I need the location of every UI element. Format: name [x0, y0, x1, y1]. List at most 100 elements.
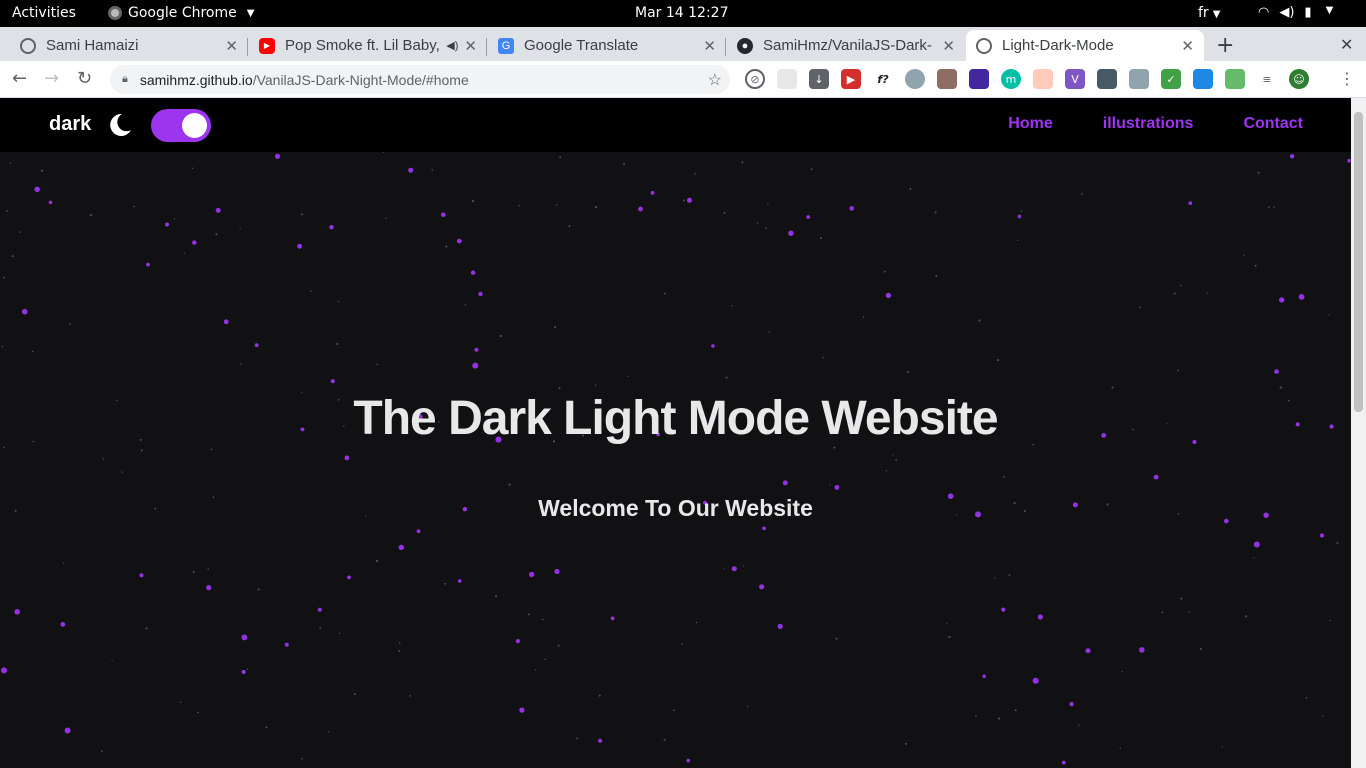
star: [471, 200, 474, 203]
star: [834, 485, 840, 490]
star: [21, 308, 28, 315]
profile-avatar[interactable]: ☺: [1289, 69, 1309, 89]
media-queue-icon[interactable]: ≡: [1257, 69, 1277, 89]
bookmark-star-icon[interactable]: ☆: [708, 70, 722, 90]
clock[interactable]: Mar 14 12:27: [635, 5, 728, 21]
star: [184, 252, 186, 254]
close-icon[interactable]: ✕: [225, 37, 238, 55]
moon-icon: [110, 113, 131, 136]
eyedropper-icon[interactable]: [937, 69, 957, 89]
star: [398, 642, 401, 644]
star: [1061, 760, 1066, 765]
nav-home-link[interactable]: Home: [1008, 115, 1052, 133]
star: [515, 639, 521, 644]
star: [1032, 677, 1039, 684]
page-scrollbar[interactable]: [1351, 98, 1366, 768]
extension-icon[interactable]: V: [1065, 69, 1085, 89]
star: [241, 634, 248, 641]
star: [1279, 386, 1282, 389]
close-icon[interactable]: ✕: [703, 37, 716, 55]
video-speed-icon[interactable]: ▶: [841, 69, 861, 89]
site-navbar: dark Home illustrations Contact: [0, 98, 1351, 152]
calendar-icon[interactable]: [1033, 69, 1053, 89]
globe-icon: [976, 37, 992, 54]
font-finder-icon[interactable]: f?: [873, 69, 893, 89]
star: [777, 623, 783, 629]
scrollbar-thumb[interactable]: [1354, 112, 1363, 412]
star: [638, 206, 643, 212]
nav-illustrations-link[interactable]: illustrations: [1103, 115, 1194, 133]
tab-github-repo[interactable]: ● SamiHmz/VanilaJS-Dark- ✕: [727, 30, 965, 61]
star: [165, 222, 169, 227]
star: [1017, 214, 1022, 219]
forward-button[interactable]: →: [44, 68, 59, 89]
star: [1003, 475, 1005, 478]
star: [246, 668, 249, 670]
url-host: samihmz.github.io: [139, 71, 253, 88]
reload-button[interactable]: ↻: [77, 68, 92, 89]
star: [319, 627, 322, 630]
speaker-icon[interactable]: ◀): [446, 39, 458, 52]
star: [731, 305, 733, 307]
star: [1119, 747, 1122, 750]
star: [344, 455, 350, 461]
star: [382, 152, 385, 153]
language-indicator[interactable]: fr ▼: [1198, 5, 1220, 21]
star: [1253, 541, 1260, 548]
star: [820, 237, 822, 240]
extension-icon[interactable]: [1097, 69, 1117, 89]
extension-icon[interactable]: [1129, 69, 1149, 89]
close-icon[interactable]: ✕: [464, 37, 477, 55]
language-label: fr: [1198, 5, 1209, 21]
extension-icon[interactable]: m: [1001, 69, 1021, 89]
star: [191, 167, 194, 169]
star: [474, 347, 479, 352]
star: [146, 262, 150, 267]
extension-icon[interactable]: [777, 69, 797, 89]
star: [534, 669, 537, 671]
star: [329, 225, 334, 230]
github-icon: ●: [737, 37, 753, 54]
translate-icon: G: [498, 37, 514, 54]
theme-toggle[interactable]: [151, 109, 211, 142]
tab-title: SamiHmz/VanilaJS-Dark-: [763, 37, 932, 54]
nav-contact-link[interactable]: Contact: [1243, 115, 1303, 133]
extension-icon[interactable]: [1225, 69, 1245, 89]
activities-button[interactable]: Activities: [12, 5, 76, 21]
shield-icon[interactable]: ✓: [1161, 69, 1181, 89]
star: [557, 644, 560, 647]
download-icon[interactable]: ↓: [809, 69, 829, 89]
star: [431, 169, 434, 171]
app-menu[interactable]: Google Chrome ▼: [108, 5, 254, 21]
star: [598, 738, 603, 743]
tab-pop-smoke[interactable]: ▶ Pop Smoke ft. Lil Baby, ◀) ✕: [249, 30, 487, 61]
extension-icon[interactable]: [1193, 69, 1213, 89]
close-icon[interactable]: ✕: [942, 37, 955, 55]
star: [1069, 702, 1074, 707]
address-bar[interactable]: 🔒︎ samihmz.github.io/VanilaJS-Dark-Night…: [110, 65, 730, 94]
new-tab-button[interactable]: +: [1216, 33, 1234, 58]
menu-icon[interactable]: ⋮: [1339, 69, 1355, 88]
star: [64, 727, 71, 734]
star: [806, 215, 811, 219]
star: [210, 448, 213, 451]
star: [1322, 715, 1324, 717]
star: [1, 345, 4, 348]
close-icon[interactable]: ✕: [1181, 37, 1194, 55]
star: [1329, 619, 1331, 622]
chevron-down-icon: ▼: [246, 7, 255, 19]
back-button[interactable]: ←: [12, 68, 27, 89]
tab-google-translate[interactable]: G Google Translate ✕: [488, 30, 726, 61]
close-window-button[interactable]: ✕: [1340, 35, 1353, 54]
star: [1243, 254, 1245, 256]
block-icon[interactable]: ⊘: [745, 69, 765, 89]
tab-sami-hamaizi[interactable]: Sami Hamaizi ✕: [10, 30, 248, 61]
star: [935, 275, 938, 278]
system-status-area[interactable]: ◠ ◀) ▮ ▼: [1258, 5, 1333, 20]
extension-icon[interactable]: [905, 69, 925, 89]
graduation-cap-icon[interactable]: [969, 69, 989, 89]
tab-light-dark-mode[interactable]: Light-Dark-Mode ✕: [966, 30, 1204, 61]
star: [681, 643, 684, 645]
star: [121, 471, 123, 473]
star: [89, 213, 92, 217]
